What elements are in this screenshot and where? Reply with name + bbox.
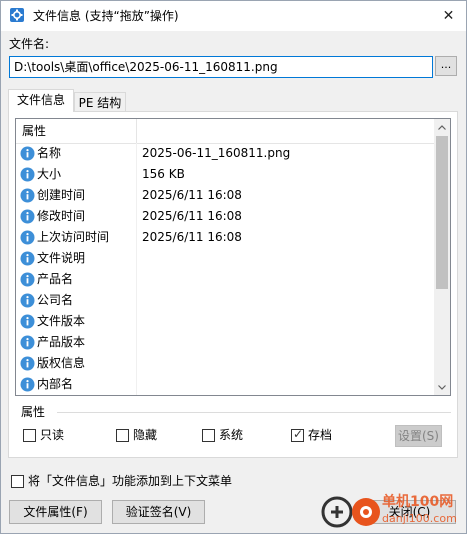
table-row[interactable]: 内部名 [16,374,434,395]
file-properties-button[interactable]: 文件属性(F) [9,500,102,524]
attributes-title: 属性 [21,405,50,419]
scroll-down-button[interactable] [434,379,450,395]
property-value: 156 KB [142,167,185,181]
table-row[interactable]: 产品名 [16,269,434,290]
table-row[interactable]: 文件说明 [16,248,434,269]
browse-button[interactable]: ... [435,56,457,76]
checkbox-box[interactable] [202,429,215,442]
property-name: 上次访问时间 [37,230,110,244]
table-row[interactable]: 名称 2025-06-11_160811.png [16,143,434,164]
column-header-property[interactable]: 属性 [22,119,46,143]
window-title: 文件信息 (支持“拖放”操作) [33,9,179,23]
info-icon [20,209,35,224]
property-rows: 名称 2025-06-11_160811.png 大小 156 KB 创建时间 2025/… [16,143,434,395]
list-header[interactable]: 属性 [16,119,434,144]
checkbox-box[interactable]: ✓ [291,427,304,442]
info-icon [20,356,35,371]
tab-file-info[interactable]: 文件信息 [8,89,74,112]
table-row[interactable]: 产品版本 [16,332,434,353]
site-watermark: 单机100网 danji100.com [318,492,466,532]
watermark-url: danji100.com [382,512,457,525]
table-row[interactable]: 版权信息 [16,353,434,374]
checkbox-label: 存档 [308,428,333,442]
property-name: 创建时间 [37,188,86,202]
table-row[interactable]: 公司名 [16,290,434,311]
checkbox-box[interactable] [11,475,24,488]
verify-signature-button[interactable]: 验证签名(V) [112,500,205,524]
watermark-title: 单机100网 [382,494,454,510]
app-icon [10,8,24,22]
info-icon [20,272,35,287]
chevron-up-icon [438,124,446,130]
checkbox-box[interactable] [116,429,129,442]
table-row[interactable]: 上次访问时间 2025/6/11 16:08 [16,227,434,248]
context-menu-label: 将「文件信息」功能添加到上下文菜单 [28,474,233,488]
info-icon [20,335,35,350]
group-divider [57,412,451,413]
checkbox-label: 只读 [40,428,65,442]
tab-pe-structure[interactable]: PE 结构 [74,92,126,112]
attributes-group: 属性 只读 隐藏 系统 ✓ 存档 [17,405,451,455]
chevron-down-icon [438,384,446,390]
property-name: 产品版本 [37,335,86,349]
property-name: 文件版本 [37,314,86,328]
close-icon: ✕ [442,8,455,24]
checkbox-box[interactable] [23,429,36,442]
info-icon [20,146,35,161]
info-icon [20,167,35,182]
filename-label: 文件名: [9,37,50,51]
title-bar[interactable]: 文件信息 (支持“拖放”操作) ✕ [1,1,466,31]
settings-button[interactable]: 设置(S) [395,425,442,447]
property-name: 产品名 [37,272,74,286]
checkbox-label: 隐藏 [133,428,158,442]
info-icon [20,230,35,245]
table-row[interactable]: 大小 156 KB [16,164,434,185]
property-value: 2025-06-11_160811.png [142,146,291,160]
property-value: 2025/6/11 16:08 [142,230,242,244]
property-name: 大小 [37,167,62,181]
info-icon [20,293,35,308]
file-path-input[interactable]: D:\tools\桌面\office\2025-06-11_160811.png [9,56,433,78]
property-value: 2025/6/11 16:08 [142,188,242,202]
checkmark-icon: ✓ [293,427,304,441]
vertical-scrollbar[interactable] [434,119,450,395]
property-name: 名称 [37,146,62,160]
table-row[interactable]: 文件版本 [16,311,434,332]
property-name: 文件说明 [37,251,86,265]
property-name: 修改时间 [37,209,86,223]
scroll-up-button[interactable] [434,119,450,135]
column-separator[interactable] [136,119,137,143]
scroll-thumb[interactable] [436,136,448,289]
properties-list[interactable]: 属性 名称 2025-06-11_160811.png 大小 156 KB 创建时间 20… [15,118,451,396]
info-icon [20,377,35,392]
property-name: 内部名 [37,377,74,391]
watermark-logo-icon [321,496,380,528]
table-row[interactable]: 修改时间 2025/6/11 16:08 [16,206,434,227]
close-window-button[interactable]: ✕ [431,1,466,31]
info-icon [20,314,35,329]
checkbox-label: 系统 [219,428,244,442]
property-name: 公司名 [37,293,74,307]
property-value: 2025/6/11 16:08 [142,209,242,223]
info-icon [20,251,35,266]
property-name: 版权信息 [37,356,86,370]
table-row[interactable]: 创建时间 2025/6/11 16:08 [16,185,434,206]
info-icon [20,188,35,203]
